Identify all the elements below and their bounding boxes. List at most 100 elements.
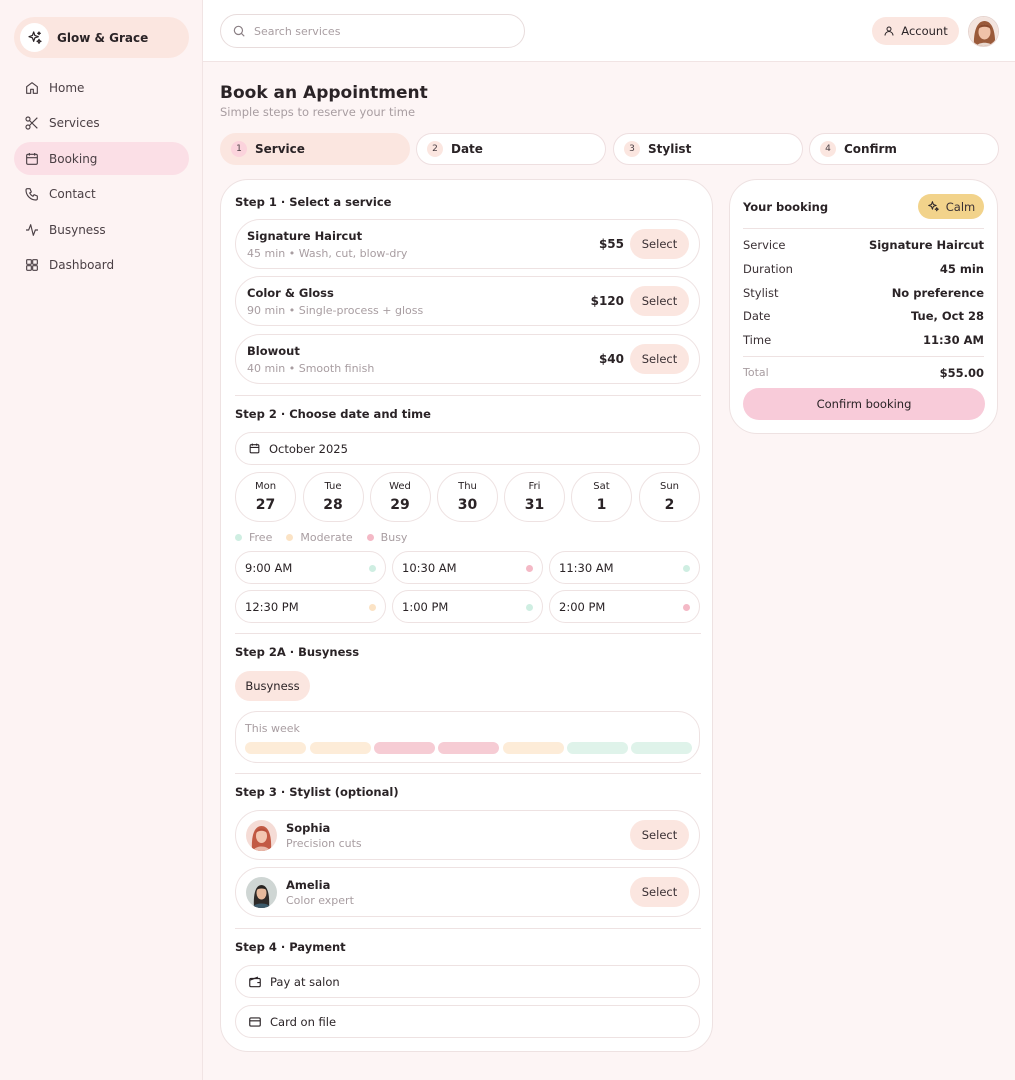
time-slot[interactable]: 11:30 AM (549, 551, 700, 584)
credit-card-icon (248, 1015, 270, 1029)
month-picker[interactable]: October 2025 (235, 432, 700, 465)
summary-row-duration: Duration 45 min (743, 262, 984, 278)
busyness-chip[interactable]: Busyness (235, 671, 310, 701)
stylist-option[interactable]: Sophia Precision cuts Select (235, 810, 700, 860)
service-name: Blowout (247, 344, 300, 358)
payment-option-salon[interactable]: Pay at salon (235, 965, 700, 998)
step-confirm[interactable]: 4 Confirm (809, 133, 999, 165)
day-busyness-bar (567, 742, 628, 754)
slot-time: 1:00 PM (402, 599, 449, 614)
payment-option-card[interactable]: Card on file (235, 1005, 700, 1038)
mood-badge: Calm (918, 194, 984, 219)
scissors-icon (24, 115, 40, 131)
legend-busy: Busy (366, 530, 408, 544)
sidebar-item-dashboard[interactable]: Dashboard (14, 249, 189, 282)
day-number: 31 (524, 497, 545, 513)
phone-icon (24, 186, 40, 202)
service-price: $120 (590, 294, 624, 308)
summary-row-stylist: Stylist No preference (743, 286, 984, 302)
select-service-button[interactable]: Select (630, 229, 689, 259)
summary-label: Duration (743, 262, 793, 276)
day-option[interactable]: Tue 28 (302, 472, 364, 522)
sparkle-icon (927, 200, 946, 213)
select-service-button[interactable]: Select (630, 344, 689, 374)
top-bar: Account (203, 0, 1015, 62)
search-input[interactable] (254, 24, 504, 38)
sidebar-item-home[interactable]: Home (14, 71, 189, 104)
step-number: 2 (427, 141, 443, 157)
moderate-dot-icon (286, 533, 294, 541)
time-slot[interactable]: 1:00 PM (392, 590, 543, 623)
service-option[interactable]: Color & Gloss 90 min • Single-process + … (235, 276, 700, 326)
legend-moderate: Moderate (286, 531, 353, 544)
slot-time: 2:00 PM (559, 599, 606, 614)
sidebar: Glow & Grace Home Services Booking Conta… (0, 0, 203, 1080)
time-slot[interactable]: 12:30 PM (235, 590, 386, 623)
time-slot[interactable]: 9:00 AM (235, 551, 386, 584)
service-meta: 45 min • Wash, cut, blow-dry (247, 247, 408, 260)
weekly-busyness: This week (235, 711, 700, 763)
summary-value: 11:30 AM (923, 333, 984, 347)
stylist-option[interactable]: Amelia Color expert Select (235, 867, 700, 917)
day-option[interactable]: Thu 30 (437, 472, 498, 522)
step-label: Date (451, 142, 483, 156)
brand-name: Glow & Grace (57, 30, 149, 45)
day-name: Tue (324, 481, 342, 492)
brand-logo[interactable]: Glow & Grace (14, 17, 189, 58)
day-option[interactable]: Sun 2 (639, 472, 700, 522)
service-option[interactable]: Blowout 40 min • Smooth finish $40 Selec… (235, 334, 700, 384)
week-label: This week (245, 722, 300, 735)
summary-value: No preference (891, 286, 984, 300)
service-price: $40 (598, 352, 624, 366)
payment-label: Card on file (270, 1014, 337, 1029)
section-divider (235, 633, 701, 634)
slot-time: 10:30 AM (402, 560, 457, 575)
stylist-specialty: Precision cuts (286, 837, 362, 850)
time-slot[interactable]: 10:30 AM (392, 551, 543, 584)
step-stylist[interactable]: 3 Stylist (613, 133, 803, 165)
day-option[interactable]: Sat 1 (571, 472, 632, 522)
step1-title: Step 1 · Select a service (235, 195, 392, 209)
busy-dot-icon (683, 604, 690, 611)
select-stylist-button[interactable]: Select (630, 820, 689, 850)
summary-value: Signature Haircut (868, 238, 984, 252)
dashboard-icon (24, 257, 40, 273)
stylist-avatar (246, 820, 277, 851)
select-stylist-button[interactable]: Select (630, 877, 689, 907)
free-dot-icon (369, 565, 376, 572)
select-service-button[interactable]: Select (630, 286, 689, 316)
sidebar-item-label: Dashboard (49, 258, 115, 272)
sidebar-item-services[interactable]: Services (14, 107, 189, 140)
summary-label: Date (743, 309, 771, 323)
confirm-booking-button[interactable]: Confirm booking (743, 388, 985, 420)
payment-label: Pay at salon (270, 974, 340, 989)
page-subtitle: Simple steps to reserve your time (220, 105, 416, 119)
step-number: 4 (820, 141, 836, 157)
legend-label: Busy (380, 530, 408, 544)
step-service[interactable]: 1 Service (220, 133, 410, 165)
service-option[interactable]: Signature Haircut 45 min • Wash, cut, bl… (235, 219, 700, 269)
sidebar-item-contact[interactable]: Contact (14, 178, 189, 211)
day-option[interactable]: Fri 31 (504, 472, 565, 522)
section-divider (235, 395, 701, 396)
step-number: 3 (624, 141, 640, 157)
time-slot[interactable]: 2:00 PM (549, 590, 700, 623)
summary-row-date: Date Tue, Oct 28 (743, 309, 984, 325)
step-date[interactable]: 2 Date (416, 133, 606, 165)
search-box[interactable] (220, 14, 525, 48)
summary-title: Your booking (743, 200, 829, 214)
sidebar-item-booking[interactable]: Booking (14, 142, 189, 175)
booking-summary-card: Your booking Calm Service Signature Hair… (729, 179, 998, 434)
sidebar-item-busyness[interactable]: Busyness (14, 213, 189, 246)
calendar-icon (248, 442, 269, 455)
day-busyness-bar (309, 742, 371, 754)
day-option[interactable]: Wed 29 (369, 472, 431, 522)
user-avatar[interactable] (968, 16, 999, 47)
account-button[interactable]: Account (872, 17, 959, 45)
account-label: Account (901, 24, 948, 38)
busy-dot-icon (366, 533, 374, 541)
day-number: 1 (596, 497, 607, 513)
booking-form-card: Step 1 · Select a service Signature Hair… (220, 179, 713, 1052)
day-option[interactable]: Mon 27 (235, 472, 296, 522)
moderate-dot-icon (369, 604, 376, 611)
